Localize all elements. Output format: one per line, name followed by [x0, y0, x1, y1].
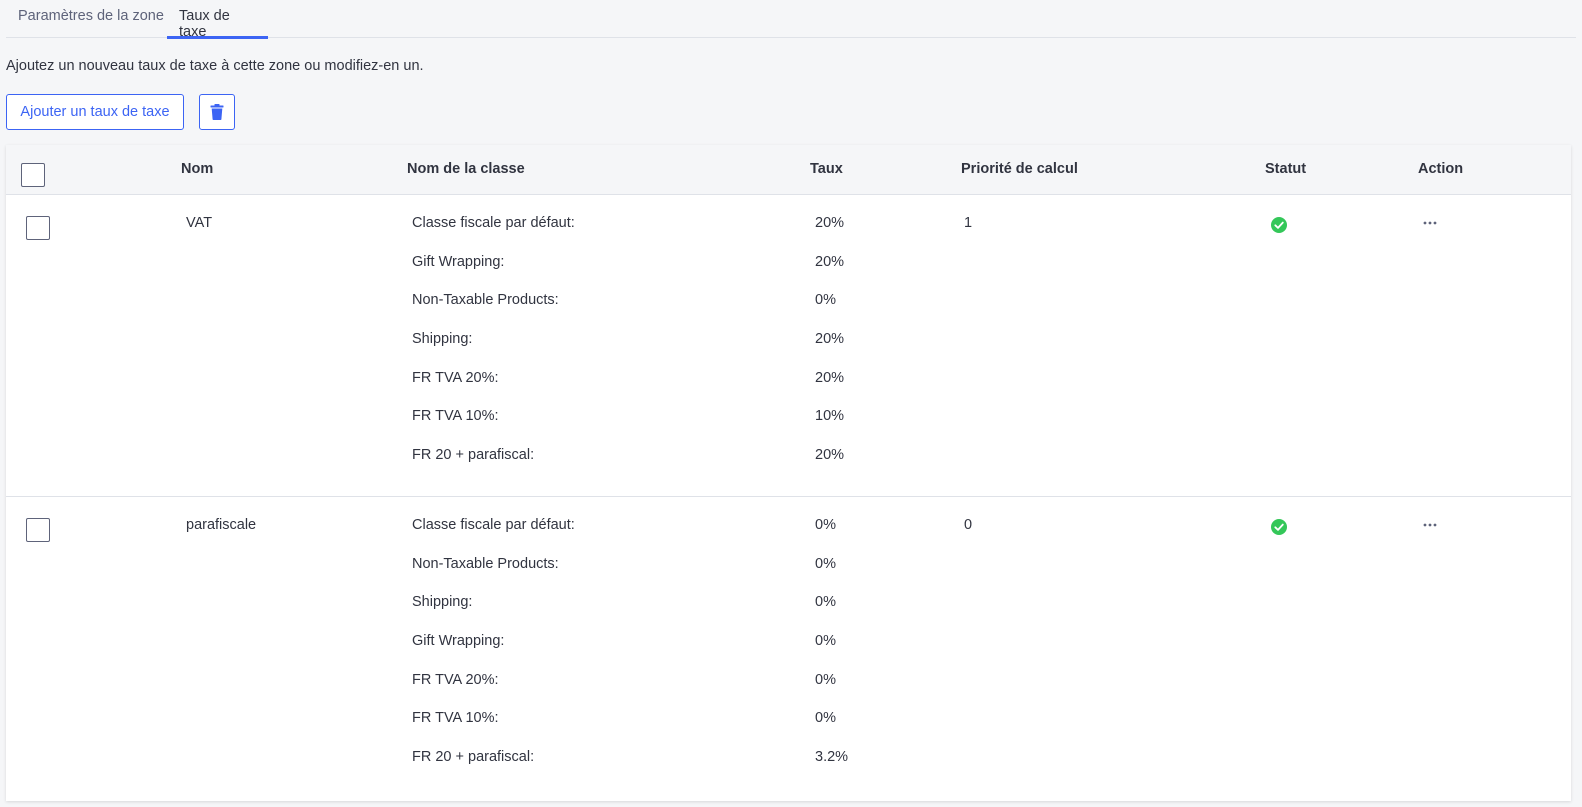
tax-class-list: Classe fiscale par défaut: Non-Taxable P…: [412, 517, 575, 788]
column-header-rate: Taux: [810, 161, 843, 177]
column-header-class-name: Nom de la classe: [407, 161, 525, 177]
row-checkbox[interactable]: [26, 518, 50, 542]
table-row: parafiscale Classe fiscale par défaut: N…: [6, 497, 1571, 801]
tax-rate-value: 20%: [815, 331, 845, 348]
row-name: parafiscale: [186, 517, 257, 533]
row-priority: 1: [964, 215, 973, 231]
tax-rate-value: 20%: [815, 253, 845, 270]
intro-text: Ajoutez un nouveau taux de taxe à cette …: [6, 58, 424, 74]
tax-class-label: FR 20 + parafiscal:: [412, 447, 535, 464]
tax-class-label: Non-Taxable Products:: [412, 555, 559, 572]
tab-tax-rates[interactable]: Taux de taxe: [167, 0, 268, 40]
row-name: VAT: [186, 215, 213, 231]
column-header-priority: Priorité de calcul: [961, 161, 1078, 177]
select-all-checkbox[interactable]: [21, 163, 45, 187]
tax-class-label: FR 20 + parafiscal:: [412, 749, 535, 766]
tax-rate-value: 0%: [815, 292, 836, 309]
row-checkbox[interactable]: [26, 216, 50, 240]
tax-class-label: Gift Wrapping:: [412, 253, 505, 270]
tax-rate-value: 0%: [815, 517, 836, 533]
row-actions-button[interactable]: [1420, 213, 1440, 233]
tax-rate-value: 0%: [815, 555, 836, 572]
table-header: Nom Nom de la classe Taux Priorité de ca…: [6, 145, 1571, 195]
tax-rate-value: 20%: [815, 447, 845, 464]
tab-zone-settings[interactable]: Paramètres de la zone: [18, 0, 164, 38]
status-enabled-icon: [1271, 519, 1287, 535]
tax-class-label: Shipping:: [412, 594, 473, 611]
trash-icon: [210, 104, 224, 120]
column-header-status: Statut: [1265, 161, 1307, 177]
tax-rate-value: 20%: [815, 215, 845, 231]
tax-class-label: FR TVA 10%:: [412, 710, 499, 727]
tax-rates-table: Nom Nom de la classe Taux Priorité de ca…: [6, 145, 1571, 801]
row-priority: 0: [964, 517, 973, 533]
status-enabled-icon: [1271, 217, 1287, 233]
tax-rate-value: 0%: [815, 671, 836, 688]
delete-button[interactable]: [199, 94, 235, 130]
column-header-action: Action: [1418, 161, 1464, 177]
table-row: VAT Classe fiscale par défaut: Gift Wrap…: [6, 195, 1571, 497]
tax-rate-value: 3.2%: [815, 749, 849, 766]
tab-bar: Paramètres de la zone Taux de taxe: [6, 0, 1576, 40]
tax-class-label: FR TVA 20%:: [412, 369, 499, 386]
tax-rate-list: 20% 20% 0% 20% 20% 10% 20%: [815, 215, 844, 486]
tax-rate-value: 20%: [815, 369, 845, 386]
tax-class-list: Classe fiscale par défaut: Gift Wrapping…: [412, 215, 575, 486]
tax-class-label: Classe fiscale par défaut:: [412, 517, 575, 533]
column-header-name: Nom: [181, 161, 214, 177]
tax-class-label: Gift Wrapping:: [412, 633, 505, 650]
tax-class-label: Classe fiscale par défaut:: [412, 215, 575, 231]
tax-rate-value: 0%: [815, 633, 836, 650]
tax-class-label: Non-Taxable Products:: [412, 292, 559, 309]
tax-rate-value: 0%: [815, 594, 836, 611]
tax-class-label: FR TVA 20%:: [412, 671, 499, 688]
row-actions-button[interactable]: [1420, 515, 1440, 535]
tax-rate-list: 0% 0% 0% 0% 0% 0% 3.2%: [815, 517, 848, 788]
tax-class-label: FR TVA 10%:: [412, 408, 499, 425]
more-options-icon: [1423, 221, 1437, 225]
tax-rate-value: 10%: [815, 408, 845, 425]
tax-class-label: Shipping:: [412, 331, 473, 348]
tax-rate-value: 0%: [815, 710, 836, 727]
add-tax-rate-button[interactable]: Ajouter un taux de taxe: [6, 94, 184, 130]
more-options-icon: [1423, 523, 1437, 527]
